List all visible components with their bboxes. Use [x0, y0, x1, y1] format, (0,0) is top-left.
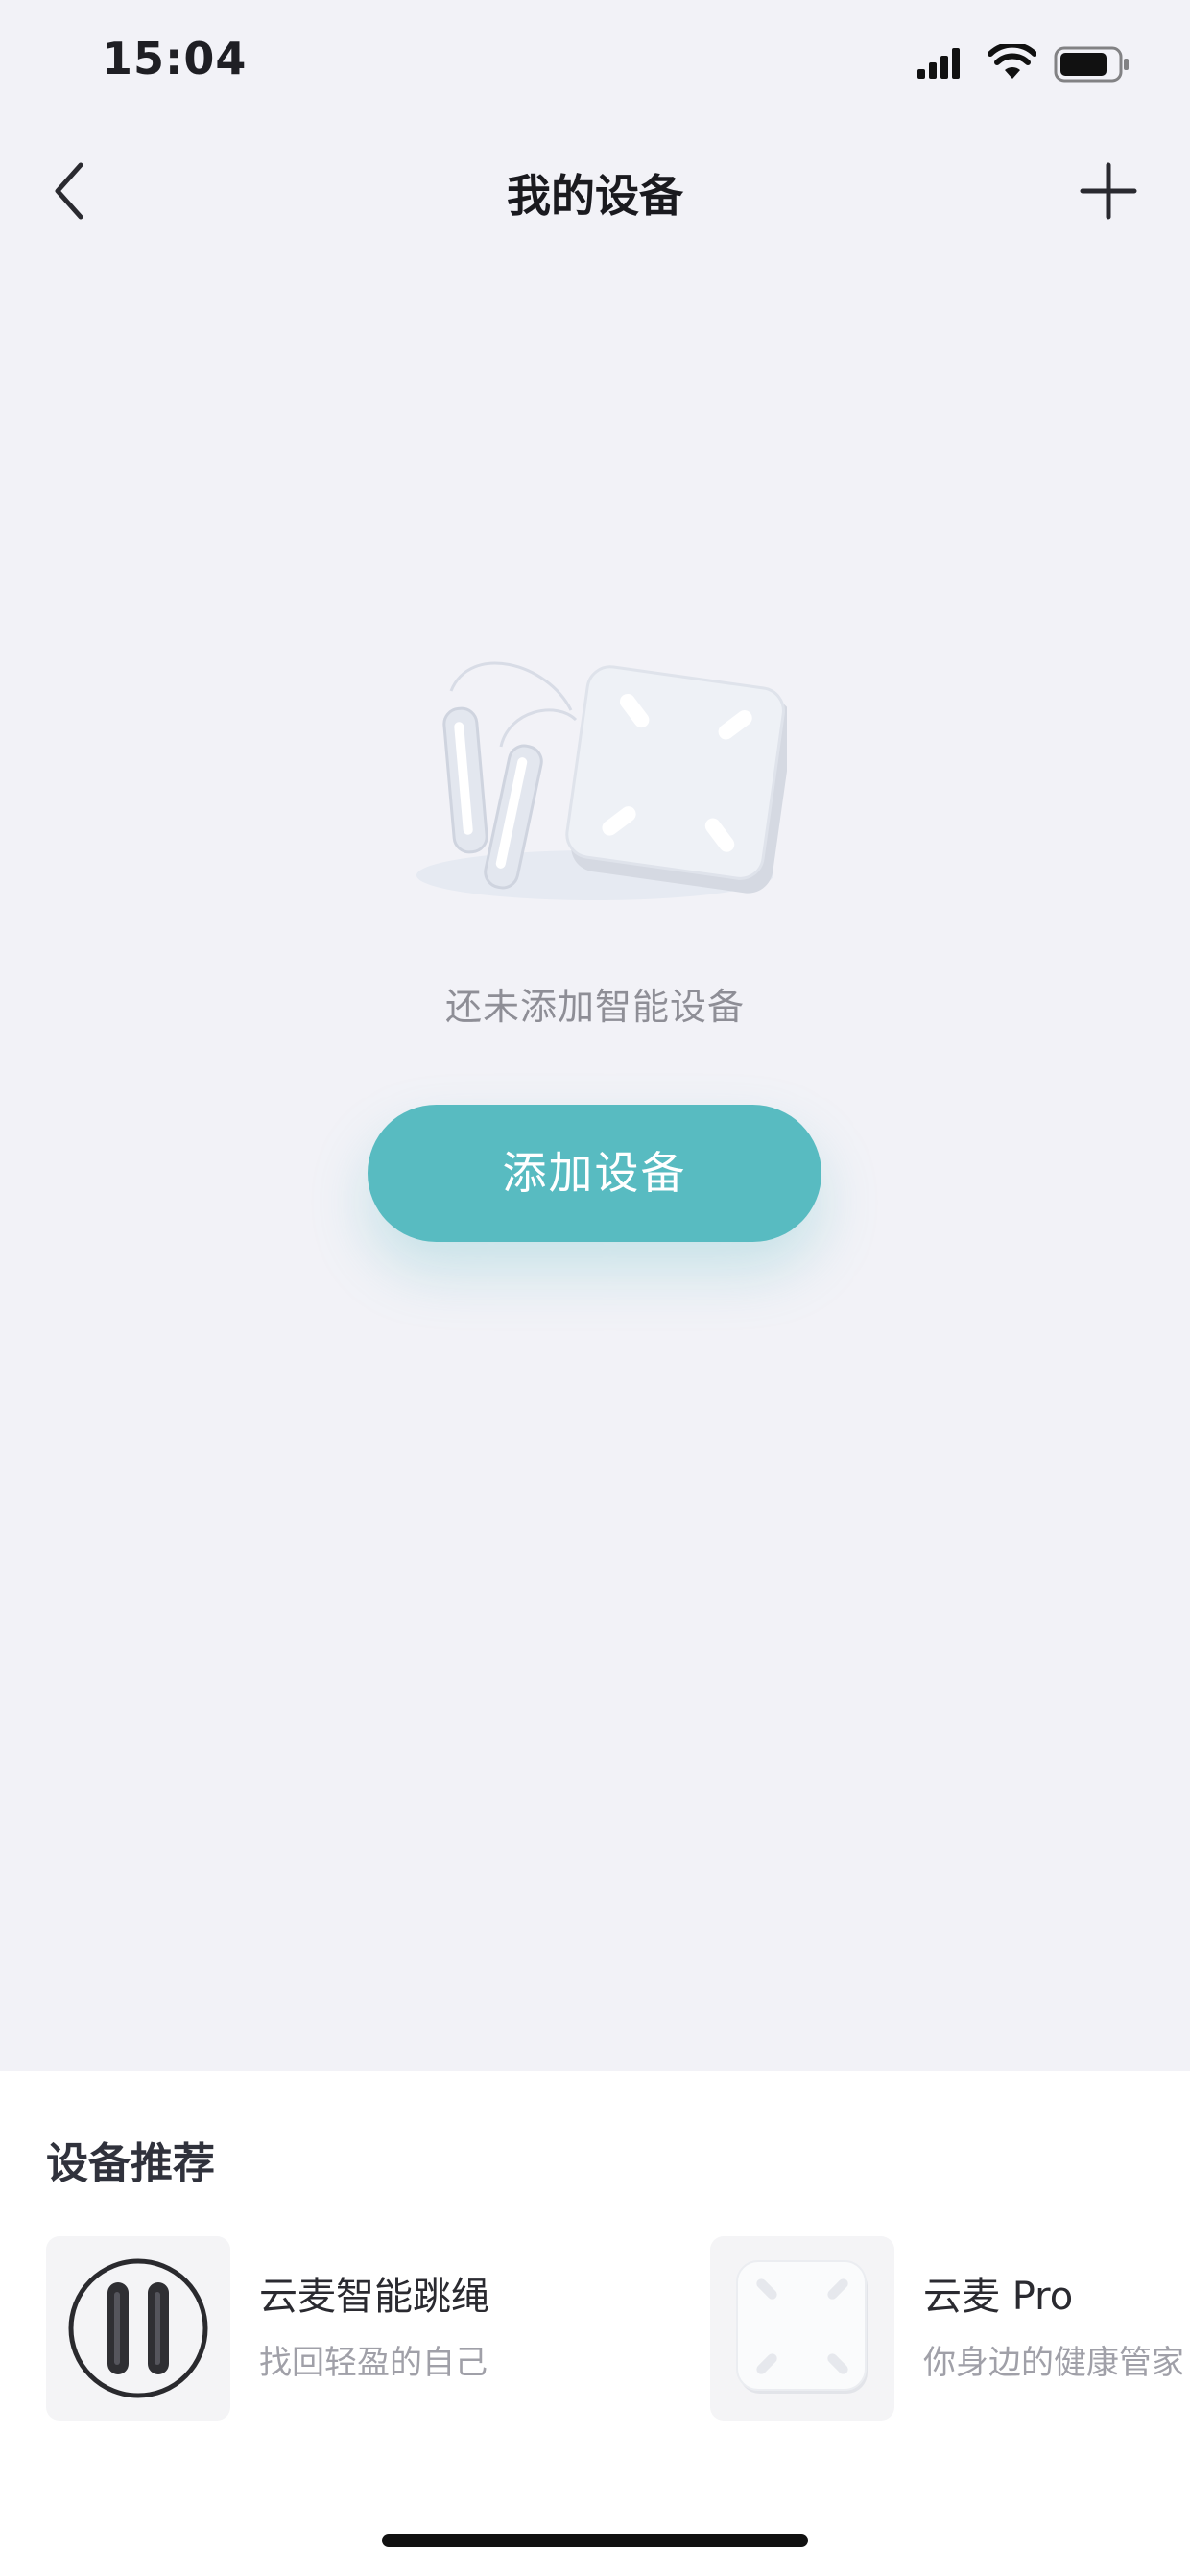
empty-state-message: 还未添加智能设备	[444, 986, 745, 1028]
status-bar: 15:04	[0, 0, 1190, 134]
product-description: 你身边的健康管家	[923, 2344, 1184, 2382]
add-device-button[interactable]: 添加设备	[368, 1105, 821, 1242]
battery-icon	[1054, 46, 1129, 83]
plus-icon	[1080, 162, 1137, 220]
recommendation-card[interactable]: 云麦智能跳绳 找回轻盈的自己	[46, 2236, 708, 2424]
recommendation-card[interactable]: 云麦 Pro 你身边的健康管家	[710, 2236, 1190, 2424]
page-title: 我的设备	[507, 170, 683, 222]
recommendations-title: 设备推荐	[46, 2139, 215, 2188]
wifi-icon	[988, 44, 1036, 79]
device-recommendations: 设备推荐 云麦智能跳绳 找回轻盈的自己 云麦 Pro 你身边的健康管家	[0, 2071, 1190, 2576]
product-name: 云麦 Pro	[923, 2275, 1074, 2319]
product-name: 云麦智能跳绳	[259, 2275, 489, 2319]
add-device-icon-button[interactable]	[1075, 157, 1142, 225]
devices-illustration	[416, 661, 787, 900]
product-thumbnail	[46, 2236, 230, 2421]
cellular-signal-icon	[917, 48, 960, 79]
jump-rope-icon	[68, 2258, 208, 2398]
product-description: 找回轻盈的自己	[259, 2344, 488, 2382]
nav-bar: 我的设备	[0, 134, 1190, 250]
home-indicator	[382, 2534, 808, 2547]
status-time: 15:04	[102, 33, 248, 84]
smart-scale-icon	[736, 2260, 868, 2394]
product-thumbnail	[710, 2236, 894, 2421]
